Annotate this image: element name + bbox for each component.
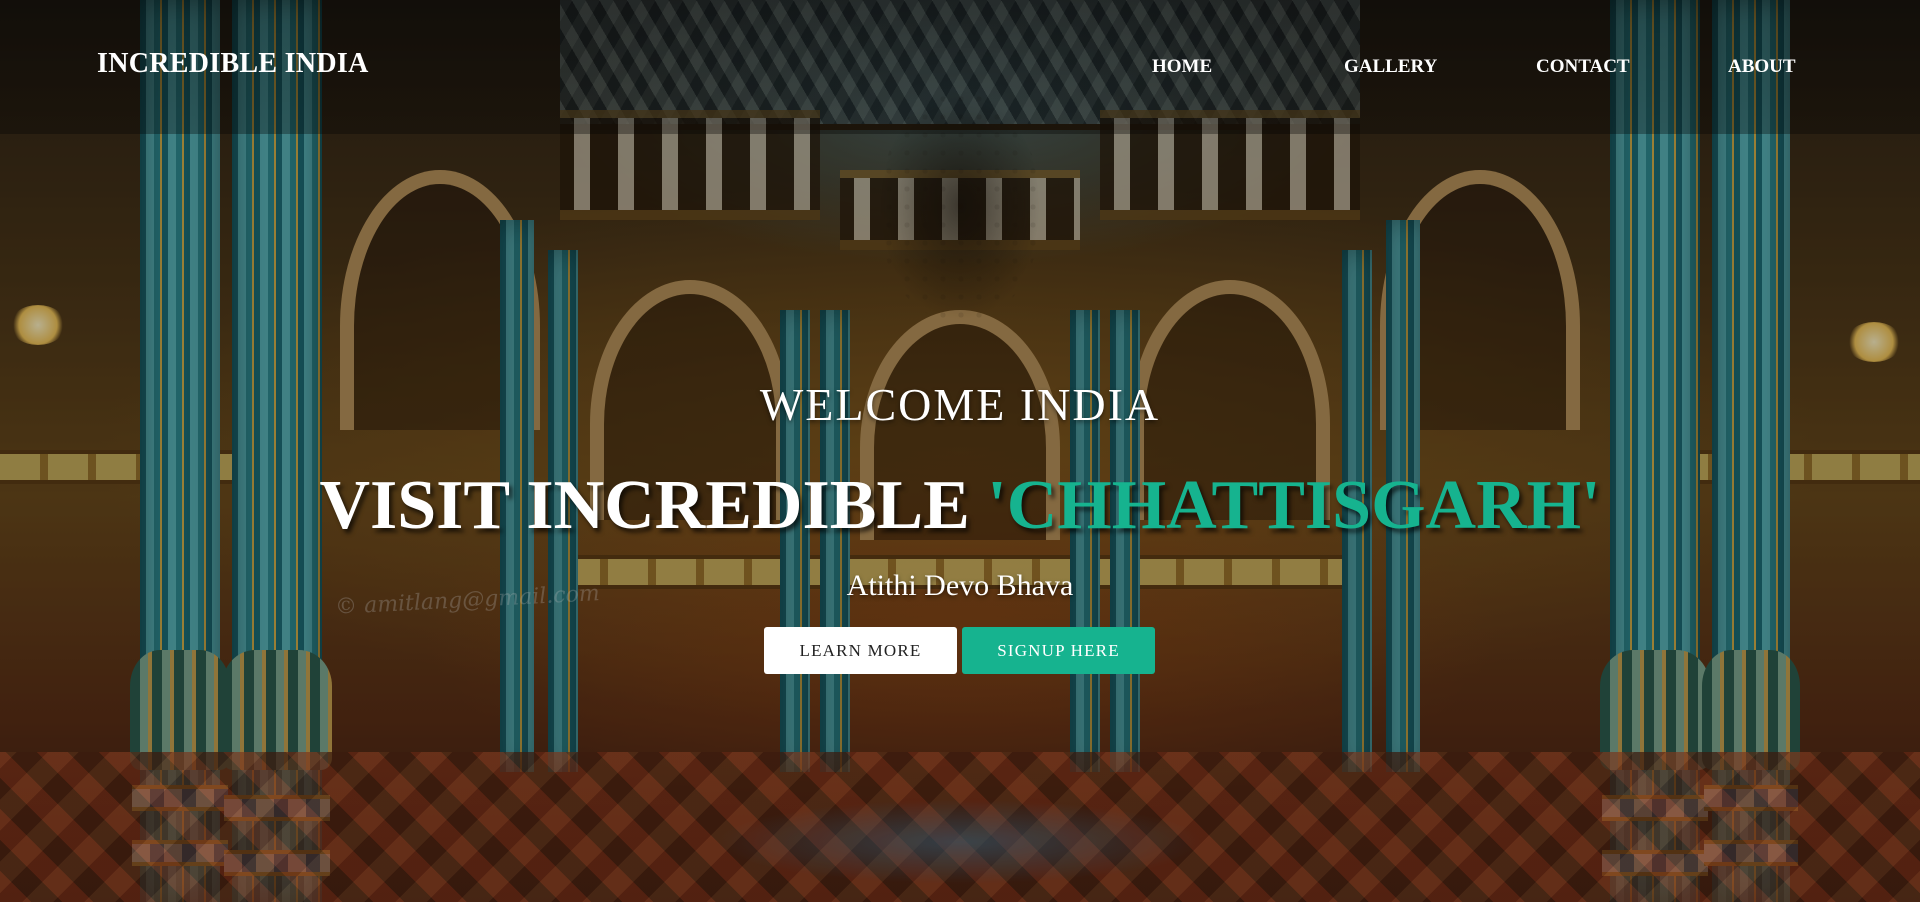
learn-more-button[interactable]: LEARN MORE [764,627,957,674]
welcome-heading: WELCOME INDIA [759,379,1161,430]
signup-button[interactable]: SIGNUP HERE [962,627,1155,674]
dark-overlay [0,0,1920,902]
nav-home-link[interactable]: HOME [1152,56,1212,78]
hero-tagline: Atithi Devo Bhava [846,569,1074,602]
nav-contact-link[interactable]: CONTACT [1536,56,1630,78]
navbar: INCREDIBLE INDIA HOME GALLERY CONTACT AB… [0,0,1920,134]
site-logo[interactable]: INCREDIBLE INDIA [97,48,369,80]
headline-prefix: VISIT INCREDIBLE [319,467,970,544]
nav-about-link[interactable]: ABOUT [1728,56,1796,78]
hero-headline: VISIT INCREDIBLE 'CHHATTISGARH' [0,466,1920,546]
headline-highlight: 'CHHATTISGARH' [987,467,1601,544]
hero-section: © amitlang@gmail.com INCREDIBLE INDIA HO… [0,0,1920,902]
nav-gallery-link[interactable]: GALLERY [1344,56,1437,78]
